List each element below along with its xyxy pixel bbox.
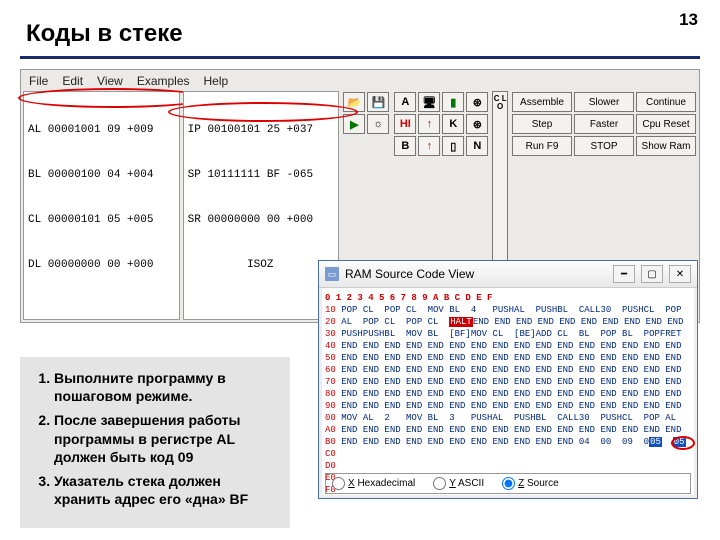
highlight-bf-ellipse — [671, 436, 695, 450]
ram-row-B0: B0 END END END END END END END END END E… — [325, 436, 691, 448]
stop-button[interactable]: STOP — [574, 136, 634, 156]
assemble-button[interactable]: Assemble — [512, 92, 572, 112]
instruction-3: Указатель стека должен хранить адрес его… — [54, 472, 280, 508]
ram-row-80: 80 END END END END END END END END END E… — [325, 388, 691, 400]
ram-titlebar[interactable]: ▭ RAM Source Code View ━ ▢ ✕ — [319, 261, 697, 288]
n-icon[interactable]: N — [466, 136, 488, 156]
ram-row-C0: C0 — [325, 448, 691, 460]
reg-dl: DL 00000000 00 +000 — [28, 258, 175, 273]
radio-source[interactable]: Z Source — [502, 477, 559, 490]
ram-row-A0: A0 END END END END END END END END END E… — [325, 424, 691, 436]
up2-icon[interactable]: ↑ — [418, 136, 440, 156]
ram-grid: 0 1 2 3 4 5 6 7 8 9 A B C D E F 10 POP C… — [319, 288, 697, 498]
ram-row-00: 00 MOV AL 2 MOV BL 3 PUSHAL PUSHBL CALL3… — [325, 412, 691, 424]
monitor-icon[interactable]: 🖥 — [418, 92, 440, 112]
up1-icon[interactable]: ↑ — [418, 114, 440, 134]
ram-row-90: 90 END END END END END END END END END E… — [325, 400, 691, 412]
highlight-al-ellipse — [18, 88, 208, 108]
faster-button[interactable]: Faster — [574, 114, 634, 134]
slower-button[interactable]: Slower — [574, 92, 634, 112]
a-icon[interactable]: A — [394, 92, 416, 112]
page-title: Коды в стеке — [26, 20, 700, 48]
key-icon[interactable]: ▯ — [442, 136, 464, 156]
page-number: 13 — [679, 10, 698, 30]
show-ram-button[interactable]: Show Ram — [636, 136, 696, 156]
radio-ascii[interactable]: Y ASCII — [433, 477, 484, 490]
radio-hex[interactable]: X Hexadecimal — [332, 477, 415, 490]
ram-row-30: 30 PUSHPUSHBL MOV BL [BF]MOV CL [BE]ADD … — [325, 328, 691, 340]
cpu-reset-button[interactable]: Cpu Reset — [636, 114, 696, 134]
ram-col-header: 0 1 2 3 4 5 6 7 8 9 A B C D E F — [325, 292, 691, 304]
k-icon[interactable]: K — [442, 114, 464, 134]
instruction-2: После завершения работы программы в реги… — [54, 411, 280, 466]
menu-view[interactable]: View — [97, 74, 123, 88]
ram-row-50: 50 END END END END END END END END END E… — [325, 352, 691, 364]
instruction-1: Выполните программу в пошаговом режиме. — [54, 369, 280, 405]
minimize-button[interactable]: ━ — [613, 265, 635, 283]
maximize-button[interactable]: ▢ — [641, 265, 663, 283]
ram-window-icon: ▭ — [325, 267, 339, 281]
continue-button[interactable]: Continue — [636, 92, 696, 112]
menu-examples[interactable]: Examples — [137, 74, 190, 88]
reg-cl: CL 00000101 05 +005 — [28, 213, 175, 228]
reg-sr: SR 00000000 00 +000 — [188, 213, 335, 228]
title-rule — [20, 56, 700, 59]
reg-al: AL 00001001 09 +009 — [28, 123, 175, 138]
ram-row-20: 20 AL POP CL POP CL HALTEND END END END … — [325, 316, 691, 328]
hi-icon[interactable]: HI — [394, 114, 416, 134]
ram-row-10: 10 POP CL POP CL MOV BL 4 PUSHAL PUSHBL … — [325, 304, 691, 316]
target-icon[interactable]: ⊛ — [466, 92, 488, 112]
traffic-icon[interactable]: ▮ — [442, 92, 464, 112]
close-button[interactable]: ✕ — [669, 265, 691, 283]
reg-flags: ISOZ — [188, 258, 335, 273]
step-button[interactable]: Step — [512, 114, 572, 134]
ram-window: ▭ RAM Source Code View ━ ▢ ✕ 0 1 2 3 4 5… — [318, 260, 698, 499]
ram-row-D0: D0 — [325, 460, 691, 472]
registers-left: AL 00001001 09 +009 BL 00000100 04 +004 … — [23, 91, 180, 320]
light-icon[interactable]: ☼ — [367, 114, 389, 134]
instructions-panel: Выполните программу в пошаговом режиме. … — [20, 357, 290, 528]
registers-right: IP 00100101 25 +037 SP 10111111 BF -065 … — [183, 91, 340, 320]
b-icon[interactable]: B — [394, 136, 416, 156]
ram-view-mode: X Hexadecimal Y ASCII Z Source — [325, 473, 691, 494]
ram-row-60: 60 END END END END END END END END END E… — [325, 364, 691, 376]
save-icon[interactable]: 💾 — [367, 92, 389, 112]
menu-edit[interactable]: Edit — [62, 74, 83, 88]
reg-sp: SP 10111111 BF -065 — [188, 168, 335, 183]
menu-help[interactable]: Help — [204, 74, 229, 88]
menu-file[interactable]: File — [29, 74, 48, 88]
reg-ip: IP 00100101 25 +037 — [188, 123, 335, 138]
ram-row-40: 40 END END END END END END END END END E… — [325, 340, 691, 352]
ram-window-title: RAM Source Code View — [345, 267, 474, 281]
highlight-sp-ellipse — [168, 102, 358, 122]
ram-row-70: 70 END END END END END END END END END E… — [325, 376, 691, 388]
reg-bl: BL 00000100 04 +004 — [28, 168, 175, 183]
run-f9-button[interactable]: Run F9 — [512, 136, 572, 156]
circle-icon[interactable]: ⊛ — [466, 114, 488, 134]
run-icon[interactable]: ▶ — [343, 114, 365, 134]
